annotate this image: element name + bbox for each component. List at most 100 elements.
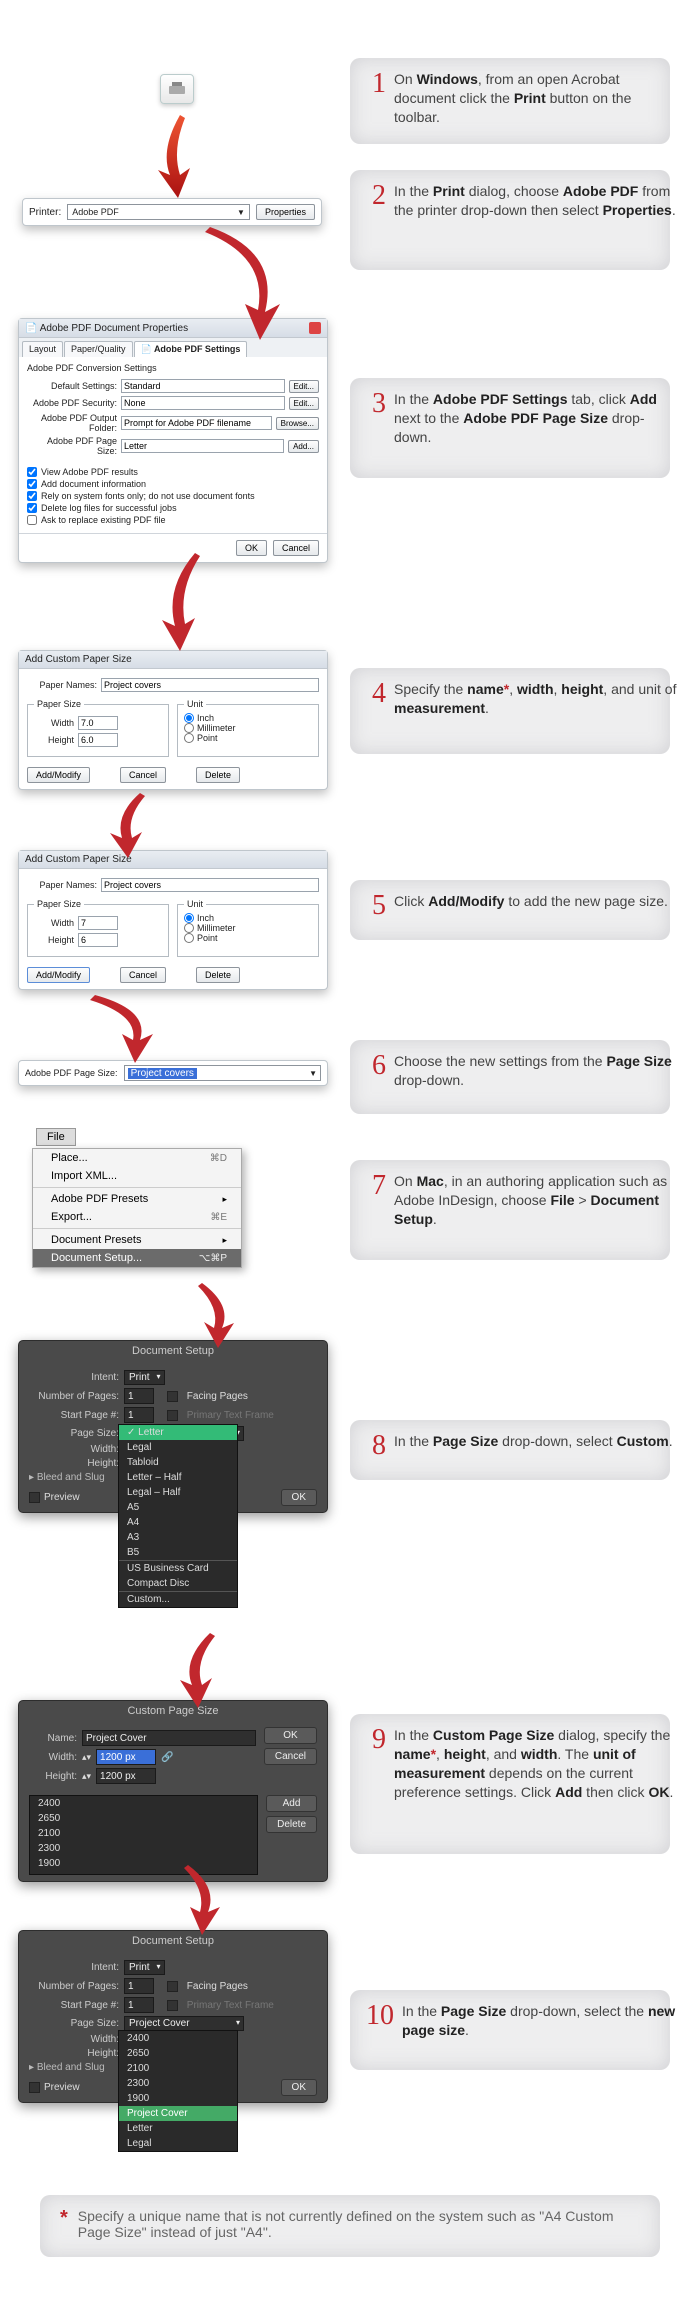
height-label: Height: — [29, 1458, 119, 1469]
list-item[interactable]: 2650 — [30, 1811, 257, 1826]
link-icon[interactable]: 🔗 — [161, 1752, 173, 1763]
list-item[interactable]: Tabloid — [119, 1455, 237, 1470]
default-settings-field[interactable] — [121, 379, 285, 393]
menu-export[interactable]: Export...⌘E — [33, 1208, 241, 1226]
facing-checkbox[interactable] — [167, 1981, 178, 1992]
edit-button-2[interactable]: Edit... — [289, 397, 319, 410]
list-item[interactable]: Legal — [119, 1440, 237, 1455]
list-item[interactable]: Legal – Half — [119, 1485, 237, 1500]
list-item[interactable]: B5 — [119, 1545, 237, 1560]
list-item[interactable]: 2650 — [119, 2046, 237, 2061]
list-item[interactable]: 1900 — [30, 1856, 257, 1871]
num-pages-field[interactable] — [124, 1388, 154, 1404]
unit-mm[interactable] — [184, 723, 194, 733]
menu-place[interactable]: Place...⌘D — [33, 1149, 241, 1167]
width-field[interactable] — [78, 916, 118, 930]
unit-inch[interactable] — [184, 713, 194, 723]
delete-button[interactable]: Delete — [196, 967, 240, 983]
paper-names-field[interactable] — [101, 678, 319, 692]
list-item[interactable]: 2100 — [30, 1826, 257, 1841]
tab-pdf-settings[interactable]: 📄 Adobe PDF Settings — [134, 341, 248, 357]
width-field[interactable] — [96, 1749, 156, 1765]
add-modify-button[interactable]: Add/Modify — [27, 767, 90, 783]
list-item[interactable]: Letter – Half — [119, 1470, 237, 1485]
ok-button[interactable]: OK — [281, 1489, 317, 1506]
list-item[interactable]: 2400 — [30, 1796, 257, 1811]
list-item[interactable]: US Business Card — [119, 1561, 237, 1576]
list-item[interactable]: 2300 — [30, 1841, 257, 1856]
security-field[interactable] — [121, 396, 285, 410]
start-page-field[interactable] — [124, 1997, 154, 2013]
menu-doc-presets[interactable]: Document Presets — [33, 1231, 241, 1249]
unit-inch[interactable] — [184, 913, 194, 923]
menu-pdf-presets[interactable]: Adobe PDF Presets — [33, 1190, 241, 1208]
add-button[interactable]: Add — [266, 1795, 317, 1812]
name-field[interactable] — [82, 1730, 256, 1746]
print-button[interactable] — [160, 74, 194, 104]
browse-button[interactable]: Browse... — [276, 417, 319, 430]
step-9: 9In the Custom Page Size dialog, specify… — [360, 1726, 680, 1802]
page-size-dropdown[interactable]: Project Cover — [124, 2016, 244, 2031]
output-folder-field[interactable] — [121, 416, 272, 430]
list-item[interactable]: Compact Disc — [119, 1576, 237, 1591]
height-field[interactable] — [96, 1768, 156, 1784]
intent-dropdown[interactable]: Print — [124, 1370, 165, 1385]
cancel-button[interactable]: Cancel — [273, 540, 319, 556]
chk-doc-info[interactable] — [27, 479, 37, 489]
list-item[interactable]: 2400 — [119, 2031, 237, 2046]
chk-system-fonts[interactable] — [27, 491, 37, 501]
add-modify-button[interactable]: Add/Modify — [27, 967, 90, 983]
list-item[interactable]: A5 — [119, 1500, 237, 1515]
ok-button[interactable]: OK — [281, 2079, 317, 2096]
list-item[interactable]: Legal — [119, 2136, 237, 2151]
printer-dropdown[interactable]: Adobe PDF ▼ — [67, 204, 250, 220]
ptf-checkbox[interactable] — [167, 2000, 178, 2011]
unit-point[interactable] — [184, 933, 194, 943]
list-item[interactable]: Custom... — [119, 1592, 237, 1607]
ptf-checkbox[interactable] — [167, 1410, 178, 1421]
page-size-field[interactable] — [121, 439, 284, 453]
cancel-button[interactable]: Cancel — [264, 1748, 317, 1765]
add-button[interactable]: Add... — [288, 440, 319, 453]
tab-layout[interactable]: Layout — [22, 341, 63, 357]
list-item[interactable]: Project Cover — [119, 2106, 237, 2121]
preview-checkbox[interactable] — [29, 2082, 40, 2093]
file-menu-head[interactable]: File — [36, 1128, 76, 1146]
height-field[interactable] — [78, 733, 118, 747]
list-item[interactable]: Letter — [119, 2121, 237, 2136]
menu-import-xml[interactable]: Import XML... — [33, 1167, 241, 1185]
list-item[interactable]: 2100 — [119, 2061, 237, 2076]
delete-button[interactable]: Delete — [266, 1816, 317, 1833]
width-field[interactable] — [78, 716, 118, 730]
close-icon[interactable] — [309, 322, 321, 334]
list-item[interactable]: A4 — [119, 1515, 237, 1530]
ok-button[interactable]: OK — [264, 1727, 317, 1744]
page-size-dropdown[interactable]: Project covers ▼ — [124, 1065, 321, 1081]
properties-button[interactable]: Properties — [256, 204, 315, 220]
delete-button[interactable]: Delete — [196, 767, 240, 783]
cancel-button[interactable]: Cancel — [120, 767, 166, 783]
step-number: 2 — [360, 182, 386, 220]
menu-doc-setup[interactable]: Document Setup...⌥⌘P — [33, 1249, 241, 1267]
list-item[interactable]: 2300 — [119, 2076, 237, 2091]
intent-dropdown[interactable]: Print — [124, 1960, 165, 1975]
height-field[interactable] — [78, 933, 118, 947]
preview-checkbox[interactable] — [29, 1492, 40, 1503]
list-item[interactable]: 1900 — [119, 2091, 237, 2106]
edit-button[interactable]: Edit... — [289, 380, 319, 393]
chk-delete-logs[interactable] — [27, 503, 37, 513]
list-item[interactable]: A3 — [119, 1530, 237, 1545]
chk-view-results[interactable] — [27, 467, 37, 477]
unit-mm[interactable] — [184, 923, 194, 933]
sizes-list[interactable]: 2400 2650 2100 2300 1900 — [29, 1795, 258, 1875]
facing-checkbox[interactable] — [167, 1391, 178, 1402]
cancel-button[interactable]: Cancel — [120, 967, 166, 983]
start-page-field[interactable] — [124, 1407, 154, 1423]
num-pages-field[interactable] — [124, 1978, 154, 1994]
paper-names-field[interactable] — [101, 878, 319, 892]
list-item[interactable]: ✓ Letter — [119, 1425, 237, 1440]
tab-paper-quality[interactable]: Paper/Quality — [64, 341, 133, 357]
ok-button[interactable]: OK — [236, 540, 267, 556]
chk-ask-replace[interactable] — [27, 515, 37, 525]
unit-point[interactable] — [184, 733, 194, 743]
